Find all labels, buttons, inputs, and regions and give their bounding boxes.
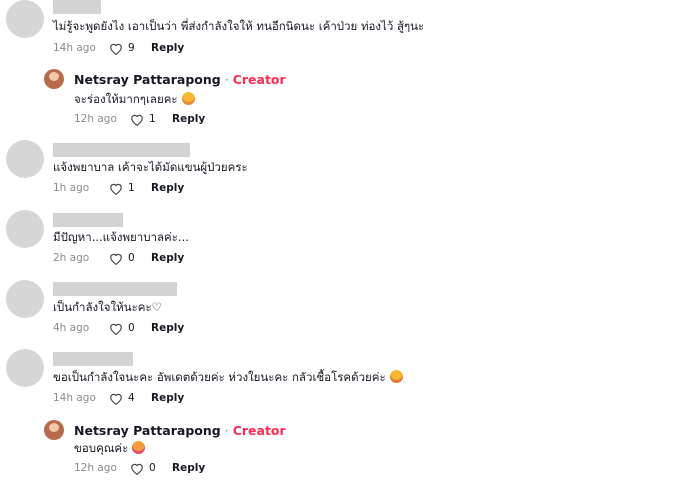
like-button[interactable]: 4 [109,392,149,405]
like-count: 0 [149,462,156,474]
like-button[interactable]: 0 [109,322,149,335]
timestamp: 14h ago [53,42,96,54]
creator-name-row: Netsray Pattarapong · Creator [74,423,286,438]
like-count: 0 [128,322,135,334]
comment-text: แจ้งพยาบาล เค้าจะได้มัดแขนผู้ป่วยคระ [53,160,248,174]
heart-icon [110,183,122,195]
username-placeholder[interactable] [53,143,190,157]
like-count: 1 [128,182,135,194]
creator-avatar[interactable] [44,69,64,89]
username-placeholder[interactable] [53,213,123,227]
name-separator: · [224,423,229,438]
reply-button[interactable]: Reply [172,113,205,125]
reply-button[interactable]: Reply [151,182,184,194]
creator-name-row: Netsray Pattarapong · Creator [74,72,286,87]
reply-text-content: ขอบคุณค่ะ [74,441,129,455]
comment-text: ขอเป็นกำลังใจนะคะ อัพเดตด้วยค่ะ ห่วงใยนะ… [53,370,403,384]
reply-meta: 12h ago 1 Reply [74,112,205,126]
timestamp: 1h ago [53,182,90,194]
reply-meta: 12h ago 0 Reply [74,461,205,475]
username-placeholder[interactable] [53,352,133,366]
creator-avatar[interactable] [44,420,64,440]
heart-icon [110,393,122,405]
timestamp: 12h ago [74,462,117,474]
username-placeholder[interactable] [53,282,177,296]
reply-text-content: จะร่องให้มากๆเลยคะ [74,92,178,106]
reply-button[interactable]: Reply [151,42,184,54]
comment-meta: 14h ago 4 Reply [53,391,184,405]
heart-icon [110,323,122,335]
reply-button[interactable]: Reply [151,252,184,264]
heart-icon [110,43,122,55]
reply-text: จะร่องให้มากๆเลยคะ [74,92,195,106]
avatar[interactable] [6,140,44,178]
heart-icon [131,463,143,475]
comment-text: ไม่รู้จะพูดยังไง เอาเป็นว่า พี่ส่งกำลังใ… [53,19,425,33]
name-separator: · [224,72,229,87]
like-button[interactable]: 0 [130,462,170,475]
comment-text: มีปัญหา...แจ้งพยาบาลค่ะ... [53,230,189,244]
like-button[interactable]: 1 [109,182,149,195]
reply-button[interactable]: Reply [151,392,184,404]
comment-meta: 14h ago 9 Reply [53,41,184,55]
comment-meta: 1h ago 1 Reply [53,181,184,195]
worried-face-emoji [389,370,403,383]
creator-badge: Creator [232,423,286,438]
creator-username[interactable]: Netsray Pattarapong [74,423,221,438]
creator-badge: Creator [232,72,286,87]
reply-button[interactable]: Reply [172,462,205,474]
timestamp: 14h ago [53,392,96,404]
like-button[interactable]: 1 [130,113,170,126]
like-count: 0 [128,252,135,264]
like-button[interactable]: 9 [109,42,149,55]
like-button[interactable]: 0 [109,252,149,265]
heart-icon [131,114,143,126]
avatar[interactable] [6,349,44,387]
like-count: 9 [128,42,135,54]
creator-username[interactable]: Netsray Pattarapong [74,72,221,87]
timestamp: 4h ago [53,322,90,334]
avatar[interactable] [6,210,44,248]
like-count: 1 [149,113,156,125]
comment-text: เป็นกำลังใจให้นะคะ♡ [53,300,162,314]
comment-meta: 2h ago 0 Reply [53,251,184,265]
timestamp: 2h ago [53,252,90,264]
heart-face-emoji [132,441,146,454]
username-placeholder[interactable] [53,0,101,14]
avatar[interactable] [6,280,44,318]
like-count: 4 [128,392,135,404]
timestamp: 12h ago [74,113,117,125]
reply-button[interactable]: Reply [151,322,184,334]
reply-text: ขอบคุณค่ะ [74,441,146,455]
avatar[interactable] [6,0,44,38]
smiling-face-with-hearts-emoji [181,92,195,105]
heart-icon [110,253,122,265]
comment-meta: 4h ago 0 Reply [53,321,184,335]
comment-text-content: ขอเป็นกำลังใจนะคะ อัพเดตด้วยค่ะ ห่วงใยนะ… [53,370,386,384]
